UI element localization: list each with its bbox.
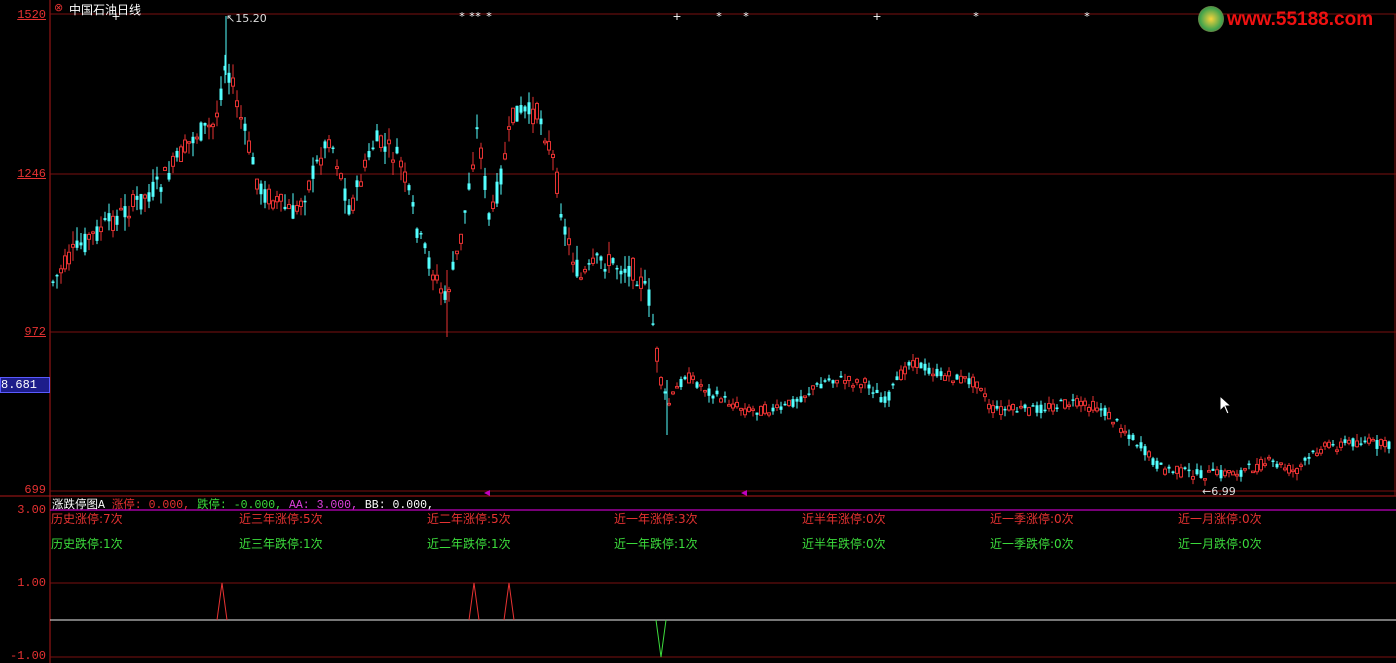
- limit-down-stat: 历史跌停:1次: [51, 537, 123, 551]
- limit-up-spike: [216, 582, 228, 621]
- limit-down-stat: 近一年跌停:1次: [614, 537, 698, 551]
- limit-up-stat: 近半年涨停:0次: [802, 512, 886, 526]
- limit-up-stat: 历史涨停:7次: [51, 512, 123, 526]
- limit-down-stat: 近二年跌停:1次: [427, 537, 511, 551]
- limit-indicator-chart[interactable]: [0, 0, 1396, 663]
- limit-down-stat: 近一季跌停:0次: [990, 537, 1074, 551]
- limit-up-stat: 近一月涨停:0次: [1178, 512, 1262, 526]
- limit-down-stat: 近半年跌停:0次: [802, 537, 886, 551]
- limit-up-stat: 近三年涨停:5次: [239, 512, 323, 526]
- limit-up-spike: [503, 582, 515, 621]
- limit-up-stat: 近一年涨停:3次: [614, 512, 698, 526]
- limit-up-stat: 近一季涨停:0次: [990, 512, 1074, 526]
- mouse-cursor-icon: [1219, 395, 1233, 415]
- limit-down-stat: 近一月跌停:0次: [1178, 537, 1262, 551]
- limit-up-stat: 近二年涨停:5次: [427, 512, 511, 526]
- limit-down-stat: 近三年跌停:1次: [239, 537, 323, 551]
- sub-axis-bottom: -1.00: [9, 649, 46, 663]
- limit-up-spike: [468, 582, 480, 621]
- sub-axis-mid: 1.00: [17, 576, 46, 590]
- sub-axis-top: 3.00: [17, 503, 46, 517]
- limit-down-spike: [655, 619, 667, 658]
